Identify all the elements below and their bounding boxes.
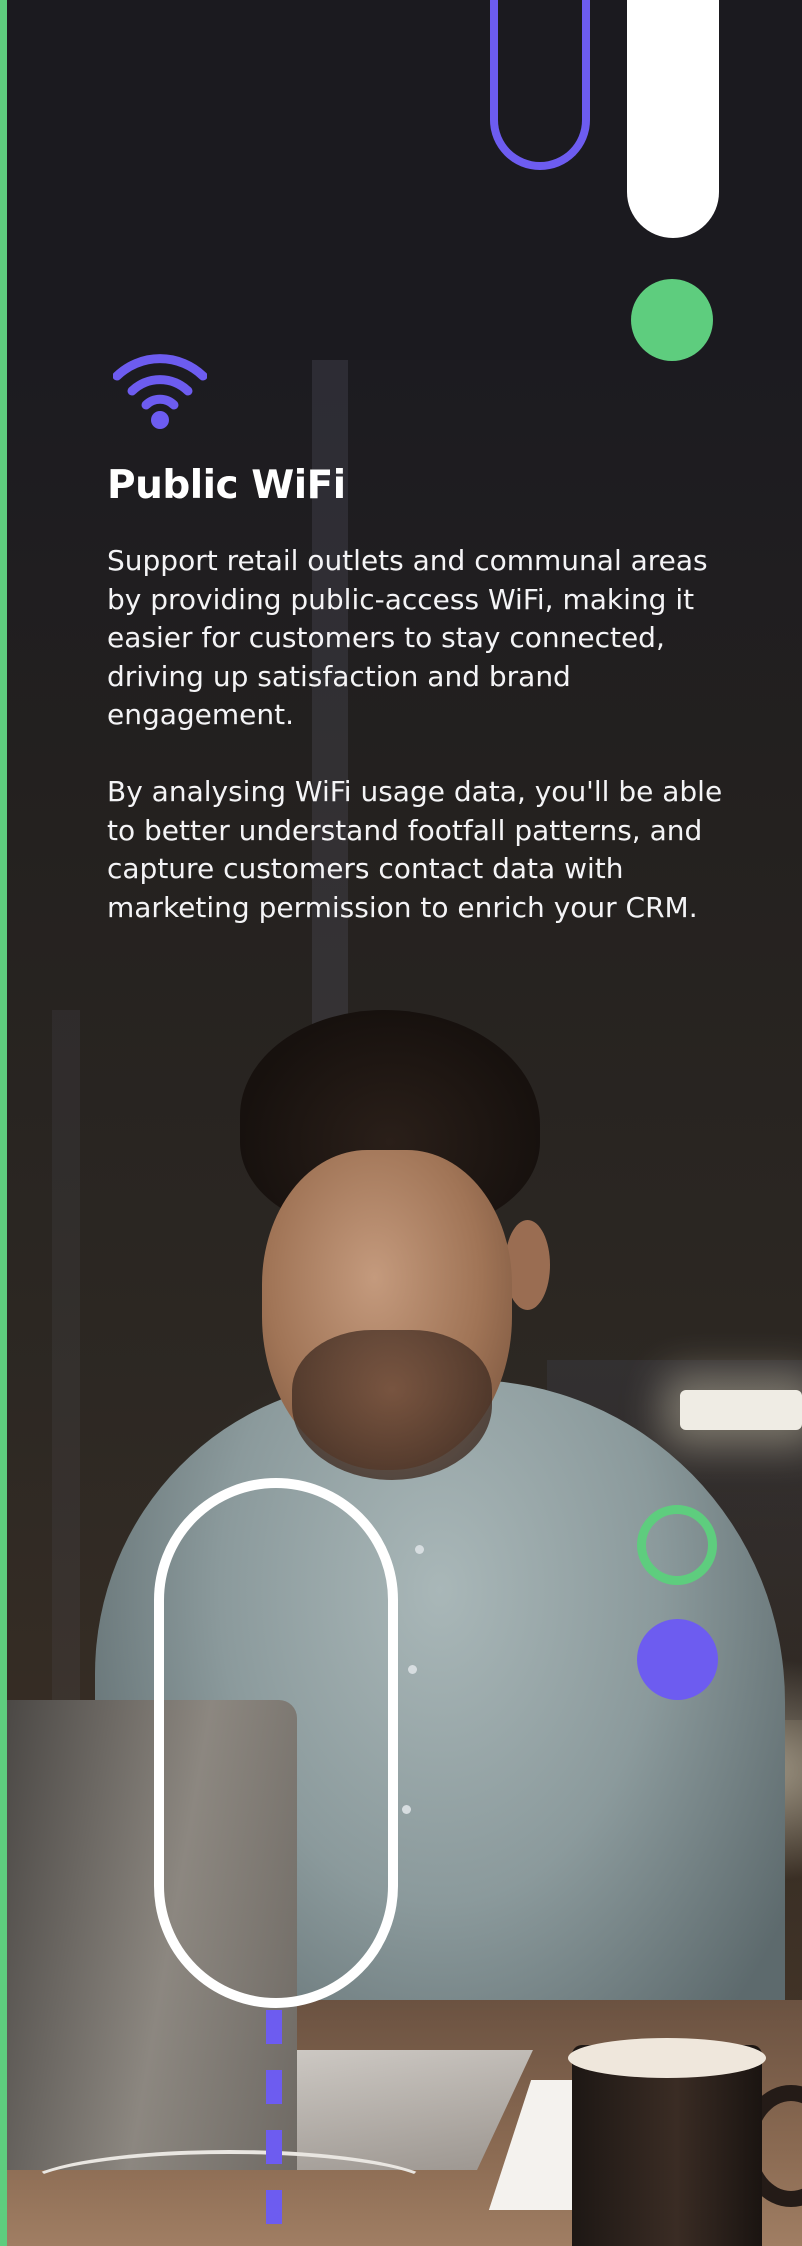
green-ring-decoration [637,1505,717,1585]
desk-lamp [680,1390,802,1430]
section-title: Public WiFi [107,463,346,508]
shirt-button [402,1805,411,1814]
man-beard [292,1330,492,1480]
background-pillar [52,1010,80,1810]
left-accent-bar [0,0,7,2246]
page: Public WiFi Support retail outlets and c… [0,0,802,2246]
mug-rim [568,2038,766,2078]
white-pill-decoration [627,0,719,238]
purple-dashed-line-decoration [266,2010,282,2246]
laptop-cable [20,2150,438,2228]
section-paragraph-2: By analysing WiFi usage data, you'll be … [107,775,723,924]
purple-outline-pill-decoration [490,0,590,170]
shirt-button [408,1665,417,1674]
wifi-icon [113,354,207,429]
white-outline-pill-decoration [154,1478,398,2008]
green-dot-decoration [631,279,713,361]
section-paragraph-1: Support retail outlets and communal area… [107,544,708,731]
purple-dot-decoration [637,1619,718,1700]
shirt-button [415,1545,424,1554]
